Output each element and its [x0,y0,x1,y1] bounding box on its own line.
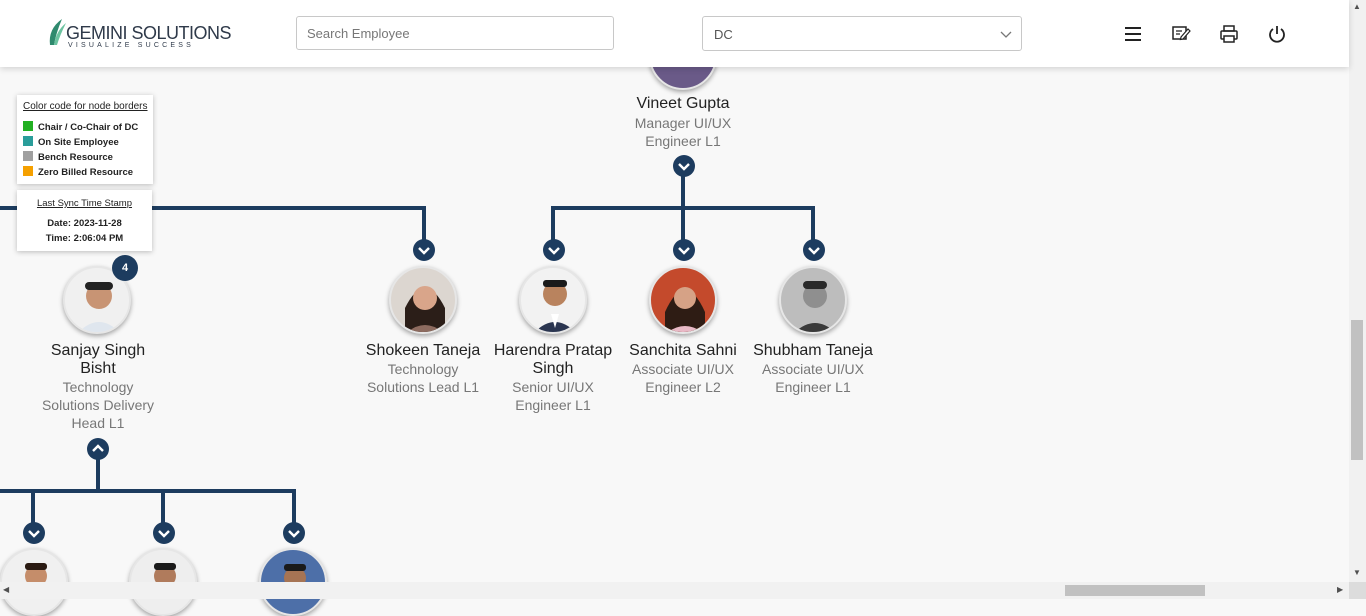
color-legend-panel: Color code for node borders Chair / Co-C… [17,95,153,184]
legend-item-zero-billed: Zero Billed Resource [23,166,133,178]
collapse-toggle-vineet[interactable] [672,154,696,178]
legend-item-bench: Bench Resource [23,151,113,163]
scroll-up-icon[interactable]: ▲ [1353,2,1361,11]
node-role-sanjay-3: Head L1 [71,415,125,431]
color-swatch [23,166,33,176]
legend-item-onsite: On Site Employee [23,136,119,148]
avatar-sanchita-sahni[interactable] [649,266,717,334]
search-employee-input[interactable] [296,16,614,50]
avatar-harendra-pratap-singh[interactable] [519,266,587,334]
leaf-logo-icon [49,19,66,45]
legend-label: Zero Billed Resource [38,167,134,178]
direct-reports-badge: 4 [112,255,138,281]
node-name-sanchita[interactable]: Sanchita Sahni [613,342,753,360]
node-role-shubham-1: Associate UI/UX [762,361,864,377]
node-name-sanjay-1[interactable]: Sanjay Singh [28,342,168,360]
legend-title: Color code for node borders [23,101,148,112]
node-role-harendra-2: Engineer L1 [515,397,591,413]
horizontal-scroll-thumb[interactable] [1065,585,1205,596]
expand-toggle-child-1[interactable] [22,521,46,545]
avatar-shokeen-taneja[interactable] [389,266,457,334]
legend-item-chair: Chair / Co-Chair of DC [23,121,138,133]
legend-label: Bench Resource [38,152,113,163]
node-name-harendra-2[interactable]: Singh [483,360,623,378]
app-header: GEMINI SOLUTIONS VISUALIZE SUCCESS DC [0,0,1349,67]
node-role-vineet-1: Manager UI/UX [634,115,732,131]
expand-toggle-shokeen[interactable] [412,238,436,262]
dc-select[interactable]: DC [702,16,1022,51]
legend-label: On Site Employee [38,137,119,148]
node-name-shokeen[interactable]: Shokeen Taneja [353,342,493,360]
print-icon[interactable] [1219,24,1239,44]
node-role-sanjay-1: Technology [62,379,134,395]
node-role-shubham-2: Engineer L1 [775,379,851,395]
company-logo[interactable]: GEMINI SOLUTIONS VISUALIZE SUCCESS [46,17,232,51]
scroll-down-icon[interactable]: ▼ [1353,568,1361,577]
org-chart-canvas[interactable]: Vineet Gupta Manager UI/UX Engineer L1 4… [0,0,1349,616]
sync-date: Date: 2023-11-28 [47,218,122,229]
node-name-shubham[interactable]: Shubham Taneja [743,342,883,360]
node-role-sanchita-1: Associate UI/UX [632,361,734,377]
color-swatch [23,121,33,131]
sync-timestamp-panel: Last Sync Time Stamp Date: 2023-11-28 Ti… [17,190,152,251]
expand-toggle-harendra[interactable] [542,238,566,262]
scroll-right-icon[interactable]: ▶ [1337,585,1343,594]
expand-toggle-shubham[interactable] [802,238,826,262]
logo-text: GEMINI SOLUTIONS [66,23,232,43]
sync-time: Time: 2:06:04 PM [45,233,124,244]
avatar-shubham-taneja[interactable] [779,266,847,334]
expand-toggle-child-3[interactable] [282,521,306,545]
node-name-harendra-1[interactable]: Harendra Pratap [483,342,623,360]
node-role-sanjay-2: Solutions Delivery [41,397,155,413]
node-role-shokeen-2: Solutions Lead L1 [366,379,480,395]
node-role-sanchita-2: Engineer L2 [645,379,721,395]
power-icon[interactable] [1267,24,1287,44]
horizontal-scrollbar[interactable]: ◀ ▶ [0,582,1349,599]
expand-toggle-child-2[interactable] [152,521,176,545]
sync-title: Last Sync Time Stamp [36,198,133,209]
legend-label: Chair / Co-Chair of DC [38,122,139,133]
dc-select-value: DC [714,27,733,42]
node-role-vineet-2: Engineer L1 [645,133,721,149]
node-name-vineet[interactable]: Vineet Gupta [613,95,753,113]
scroll-left-icon[interactable]: ◀ [3,585,9,594]
edit-note-icon[interactable] [1171,24,1191,44]
collapse-toggle-sanjay[interactable] [86,437,110,461]
chevron-down-icon [1000,31,1012,38]
node-name-sanjay-2[interactable]: Bisht [28,360,168,378]
menu-icon[interactable] [1123,24,1143,44]
scrollbar-corner [1349,582,1366,599]
vertical-scrollbar[interactable]: ▲ ▼ [1349,0,1366,582]
node-role-shokeen-1: Technology [387,361,459,377]
color-swatch [23,136,33,146]
vertical-scroll-thumb[interactable] [1351,320,1363,460]
expand-toggle-sanchita[interactable] [672,238,696,262]
color-swatch [23,151,33,161]
node-role-harendra-1: Senior UI/UX [512,379,594,395]
logo-tagline: VISUALIZE SUCCESS [68,42,194,49]
